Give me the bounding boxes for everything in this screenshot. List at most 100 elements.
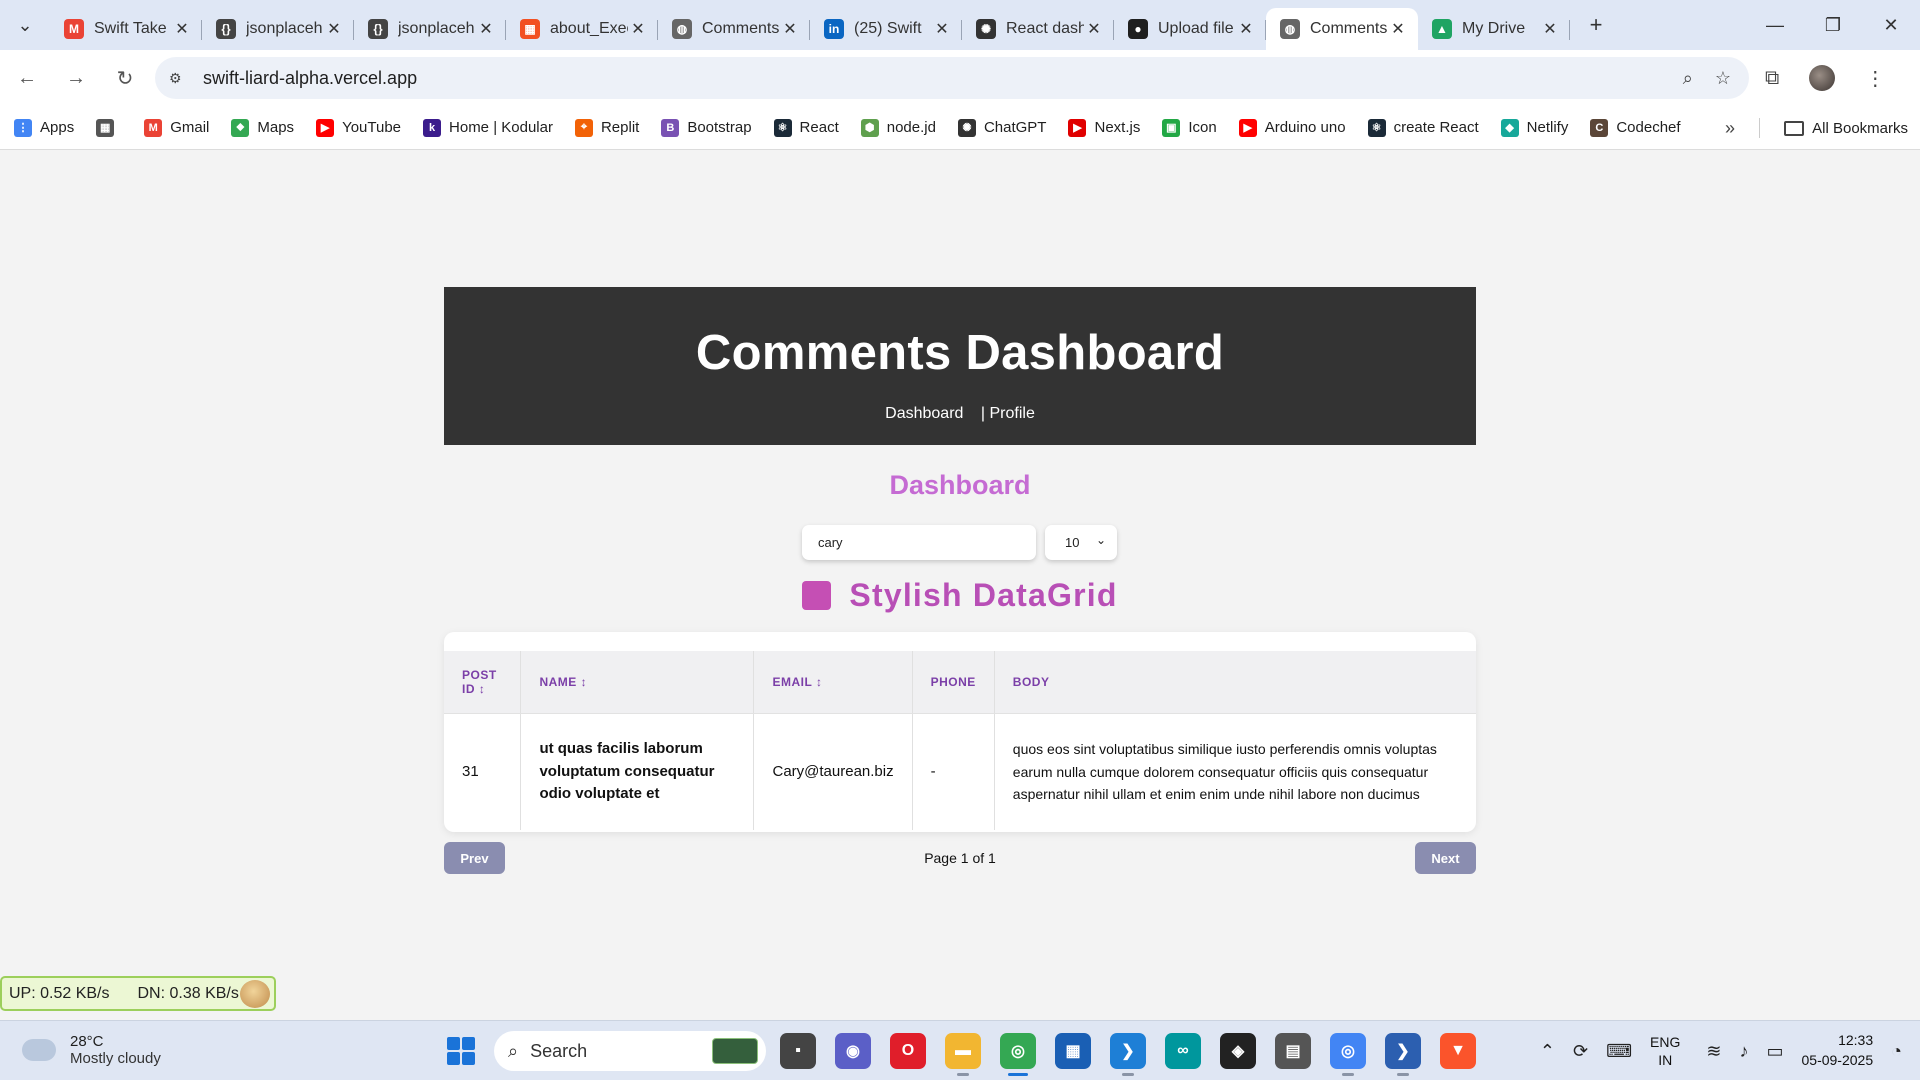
close-window-button[interactable]: ✕ (1862, 0, 1920, 50)
bookmark-star-icon[interactable]: ☆ (1715, 68, 1731, 89)
bookmark-item[interactable]: ⋮ Apps (14, 118, 74, 137)
tab-title: jsonplaceh (246, 20, 323, 37)
close-tab-icon[interactable]: ✕ (780, 19, 800, 39)
table-row: 31 ut quas facilis laborum voluptatum co… (444, 713, 1476, 830)
close-tab-icon[interactable]: ✕ (1388, 19, 1408, 39)
minimize-button[interactable]: — (1746, 0, 1804, 50)
column-header-email[interactable]: EMAIL ↕ (753, 651, 913, 714)
brave-icon[interactable]: ▼ (1440, 1033, 1476, 1069)
bookmark-item[interactable]: C Codechef (1590, 118, 1681, 137)
figma-icon[interactable]: ◈ (1220, 1033, 1256, 1069)
browser-tab[interactable]: ✺ React dash ✕ (962, 8, 1114, 50)
bookmark-item[interactable]: ▶ YouTube (316, 118, 401, 137)
bookmark-item[interactable]: M Gmail (144, 118, 209, 137)
restore-button[interactable]: ❐ (1804, 0, 1862, 50)
close-tab-icon[interactable]: ✕ (324, 19, 344, 39)
language-indicator[interactable]: ENG IN (1650, 1033, 1680, 1069)
bookmark-item[interactable]: ⬥ Maps (231, 118, 294, 137)
keyboard-icon[interactable]: ⌨ (1606, 1041, 1632, 1062)
back-button[interactable]: ← (5, 56, 49, 100)
browser-tab[interactable]: in (25) Swift ✕ (810, 8, 962, 50)
new-tab-button[interactable]: + (1576, 12, 1616, 38)
bookmark-item[interactable]: ▣ Icon (1162, 118, 1217, 137)
bookmark-item[interactable]: ⚛ create React (1367, 118, 1479, 137)
browser-menu-icon[interactable]: ⋮ (1865, 66, 1885, 91)
sort-icon[interactable]: ↕ (581, 675, 588, 689)
file-explorer-icon[interactable]: ▬ (945, 1033, 981, 1076)
wifi-icon[interactable]: ≋ (1706, 1041, 1721, 1062)
next-button[interactable]: Next (1415, 842, 1476, 874)
close-tab-icon[interactable]: ✕ (1084, 19, 1104, 39)
vscode-icon[interactable]: ❯ (1110, 1033, 1146, 1076)
clock[interactable]: 12:33 05-09-2025 (1802, 1031, 1874, 1070)
more-bookmarks-icon[interactable]: » (1725, 106, 1735, 150)
column-header-name[interactable]: NAME ↕ (520, 651, 755, 714)
powershell-icon[interactable]: ❯ (1385, 1033, 1421, 1076)
close-tab-icon[interactable]: ✕ (172, 19, 192, 39)
browser-tab[interactable]: ◍ Comments ✕ (1266, 8, 1418, 50)
nav-link-dashboard[interactable]: Dashboard (885, 405, 963, 422)
cell-phone: - (912, 713, 995, 830)
store-icon[interactable]: ▦ (1055, 1033, 1091, 1069)
tab-search-chevron-icon[interactable]: ⌄ (0, 0, 50, 50)
browser-tab[interactable]: ▦ about_Exec ✕ (506, 8, 658, 50)
bookmark-item[interactable]: ▶ Arduino uno (1238, 118, 1346, 137)
chrome-profile-icon[interactable]: ◎ (1330, 1033, 1366, 1076)
browser-tab[interactable]: {} jsonplaceh ✕ (202, 8, 354, 50)
bookmark-item[interactable]: ◆ Netlify (1500, 118, 1568, 137)
bookmark-item[interactable]: ⬢ node.jd (860, 118, 936, 137)
all-bookmarks-button[interactable]: All Bookmarks (1784, 106, 1908, 150)
column-header-post-id[interactable]: POST ID ↕ (444, 651, 522, 714)
app-icon[interactable]: ▤ (1275, 1033, 1311, 1069)
bookmark-item[interactable]: ▦ (96, 118, 122, 137)
sync-icon[interactable]: ⟳ (1573, 1041, 1588, 1062)
extensions-icon[interactable]: ⧉ (1765, 67, 1779, 90)
bookmark-item[interactable]: ▶ Next.js (1068, 118, 1140, 137)
bookmark-item[interactable]: ⚛ React (773, 118, 839, 137)
close-tab-icon[interactable]: ✕ (1236, 19, 1256, 39)
bookmark-item[interactable]: ⌖ Replit (574, 118, 639, 137)
close-tab-icon[interactable]: ✕ (1540, 19, 1560, 39)
sort-icon[interactable]: ↕ (479, 682, 486, 696)
close-tab-icon[interactable]: ✕ (476, 19, 496, 39)
chevron-up-icon[interactable]: ⌃ (1540, 1041, 1555, 1062)
bookmark-label: Home | Kodular (449, 119, 553, 136)
url-text[interactable]: swift-liard-alpha.vercel.app (203, 68, 417, 89)
zoom-icon[interactable]: ⌕ (1683, 68, 1693, 89)
volume-icon[interactable]: ♪ (1739, 1041, 1748, 1062)
battery-icon[interactable]: ▭ (1766, 1041, 1783, 1062)
bookmark-list: ⋮ Apps ▦ M Gmail ⬥ Maps ▶ YouTube k Home | Kodular… (14, 118, 1703, 137)
browser-tab[interactable]: ◍ Comments ✕ (658, 8, 810, 50)
nav-link-profile[interactable]: | Profile (981, 405, 1035, 422)
forward-button[interactable]: → (54, 56, 98, 100)
opera-icon[interactable]: O (890, 1033, 926, 1069)
grid-title: Stylish DataGrid (849, 577, 1118, 613)
close-tab-icon[interactable]: ✕ (628, 19, 648, 39)
grid-square-icon (802, 581, 832, 610)
browser-tab[interactable]: M Swift Take ✕ (50, 8, 202, 50)
file-explorer-dark-icon[interactable]: ▪ (780, 1033, 816, 1069)
weather-widget[interactable]: 28°C Mostly cloudy (22, 1031, 161, 1067)
bookmark-item[interactable]: k Home | Kodular (423, 118, 553, 137)
chrome-icon[interactable]: ◎ (1000, 1033, 1036, 1076)
close-tab-icon[interactable]: ✕ (932, 19, 952, 39)
page-size-select[interactable]: 10 ⌄ (1045, 525, 1117, 560)
browser-tab[interactable]: ● Upload file ✕ (1114, 8, 1266, 50)
bookmark-item[interactable]: ✺ ChatGPT (957, 118, 1046, 137)
browser-tab[interactable]: {} jsonplaceh ✕ (354, 8, 506, 50)
profile-avatar[interactable] (1809, 65, 1836, 91)
browser-tab[interactable]: ▲ My Drive ✕ (1418, 8, 1570, 50)
search-input[interactable] (802, 525, 1036, 560)
meet-icon[interactable]: ◉ (835, 1033, 871, 1069)
sort-icon[interactable]: ↕ (816, 675, 823, 689)
site-info-icon[interactable]: ⚙ (169, 70, 193, 87)
arduino-icon[interactable]: ∞ (1165, 1033, 1201, 1069)
upload-speed: UP: 0.52 KB/s (9, 984, 110, 1002)
windows-start-icon[interactable] (447, 1037, 475, 1065)
bookmark-item[interactable]: B Bootstrap (661, 118, 752, 137)
notifications-icon[interactable]: ◔ (1891, 1041, 1902, 1062)
taskbar-search[interactable]: ⌕ Search (494, 1031, 766, 1071)
net-speed-widget[interactable]: UP: 0.52 KB/s DN: 0.38 KB/s (0, 976, 276, 1011)
address-bar[interactable]: ⚙ swift-liard-alpha.vercel.app ⌕ ☆ (155, 57, 1749, 99)
reload-button[interactable]: ↻ (103, 56, 147, 100)
